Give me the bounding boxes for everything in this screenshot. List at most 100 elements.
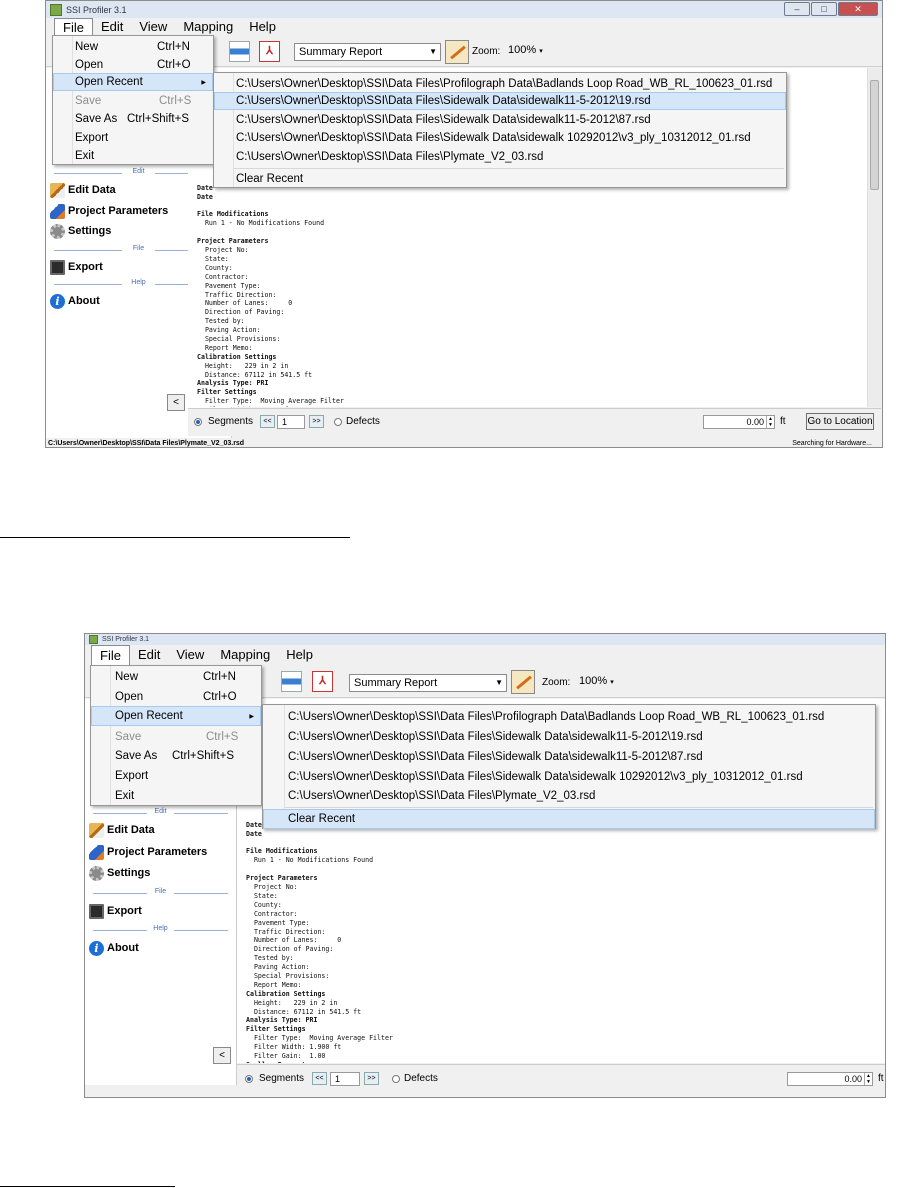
sidebar-item-settings[interactable]: Settings: [50, 222, 111, 240]
menu-item-open-recent[interactable]: Open Recent ▶: [91, 706, 261, 726]
location-input[interactable]: 0.00 ▲ ▼: [703, 415, 775, 429]
clear-recent-item[interactable]: Clear Recent: [263, 809, 875, 829]
ruler-icon[interactable]: [511, 670, 535, 694]
report-scrollbar[interactable]: [867, 68, 881, 407]
report-line: Traffic Direction:: [197, 290, 277, 299]
recent-file-item[interactable]: C:\Users\Owner\Desktop\SSI\Data Files\Pl…: [263, 786, 875, 806]
sidebar-item-about[interactable]: i About: [89, 939, 139, 957]
menu-item-save-as[interactable]: Save As Ctrl+Shift+S: [91, 746, 261, 766]
collapse-sidebar-button[interactable]: <: [213, 1047, 231, 1064]
menu-item-open[interactable]: Open Ctrl+O: [53, 56, 213, 74]
info-icon: i: [89, 940, 104, 956]
menu-help[interactable]: Help: [241, 18, 284, 37]
recent-file-item[interactable]: C:\Users\Owner\Desktop\SSI\Data Files\Pr…: [263, 707, 875, 727]
recent-file-item[interactable]: C:\Users\Owner\Desktop\SSI\Data Files\Si…: [214, 129, 786, 147]
pdf-icon[interactable]: ⅄: [312, 671, 333, 692]
menu-item-shortcut: Ctrl+Shift+S: [127, 113, 189, 125]
menu-view[interactable]: View: [168, 645, 212, 666]
defects-radio[interactable]: [334, 418, 342, 426]
clear-recent-label: Clear Recent: [236, 173, 304, 185]
segment-input[interactable]: 1: [277, 415, 305, 429]
menu-item-save-as[interactable]: Save As Ctrl+Shift+S: [53, 110, 213, 128]
menu-help[interactable]: Help: [278, 645, 321, 666]
sidebar-item-label: Edit Data: [68, 184, 116, 196]
location-value: 0.00: [746, 417, 764, 427]
menu-item-export[interactable]: Export: [91, 766, 261, 786]
segments-radio[interactable]: [194, 418, 202, 426]
spinner-icon[interactable]: ▲ ▼: [864, 1073, 872, 1085]
print-icon[interactable]: [229, 41, 250, 62]
menu-item-label: Save As: [115, 750, 158, 762]
app-icon: [89, 635, 98, 644]
recent-file-item[interactable]: C:\Users\Owner\Desktop\SSI\Data Files\Si…: [263, 727, 875, 747]
menu-item-export[interactable]: Export: [53, 129, 213, 147]
minimize-button[interactable]: –: [784, 2, 810, 16]
sidebar-item-project-parameters[interactable]: Project Parameters: [50, 202, 168, 220]
clear-recent-item[interactable]: Clear Recent: [214, 170, 786, 188]
ruler-icon[interactable]: [445, 40, 469, 64]
segments-label: Segments: [208, 416, 254, 427]
recent-file-item[interactable]: C:\Users\Owner\Desktop\SSI\Data Files\Pl…: [214, 148, 786, 166]
menu-item-exit[interactable]: Exit: [53, 147, 213, 165]
clear-recent-label: Clear Recent: [288, 813, 356, 825]
zoom-value: 100%: [579, 675, 608, 687]
pdf-icon[interactable]: ⅄: [259, 41, 280, 62]
pencil-icon: [50, 182, 65, 198]
menu-item-label: Open: [75, 59, 104, 71]
sidebar-item-edit-data[interactable]: Edit Data: [50, 181, 116, 199]
recent-file-item[interactable]: C:\Users\Owner\Desktop\SSI\Data Files\Pr…: [214, 75, 786, 93]
edit-section-header: Edit: [93, 808, 228, 818]
report-line: [246, 865, 885, 874]
segment-input[interactable]: 1: [330, 1072, 360, 1086]
file-menu: New Ctrl+N Open Ctrl+O Open Recent ▶ Save Ct…: [90, 665, 262, 806]
report-line: Contractor:: [246, 909, 298, 918]
report-line: Pavement Type:: [246, 918, 310, 927]
recent-file-item[interactable]: C:\Users\Owner\Desktop\SSI\Data Files\Si…: [263, 767, 875, 787]
menu-file[interactable]: File: [91, 645, 130, 666]
previous-segment-button[interactable]: <<: [260, 415, 275, 428]
zoom-select[interactable]: 100% ▾: [579, 675, 614, 687]
sidebar-item-export[interactable]: Export: [50, 258, 103, 276]
navigation-bar: Segments << 1 >> Defects 0.00 ▲ ▼ ft Go to…: [188, 408, 881, 436]
close-button[interactable]: ✕: [838, 2, 878, 16]
previous-segment-button[interactable]: <<: [312, 1072, 327, 1085]
sidebar-item-export[interactable]: Export: [89, 902, 142, 920]
scrollbar-thumb[interactable]: [870, 80, 879, 190]
menu-item-open[interactable]: Open Ctrl+O: [91, 687, 261, 707]
report-line: Tested by:: [246, 954, 294, 963]
go-to-location-button[interactable]: Go to Location: [806, 413, 874, 430]
sidebar-item-edit-data[interactable]: Edit Data: [89, 821, 155, 839]
screenshot-clear-recent: SSI Profiler 3.1 File Edit View Mapping …: [84, 633, 886, 1098]
menu-item-open-recent[interactable]: Open Recent ▶: [53, 73, 213, 91]
segments-radio[interactable]: [245, 1075, 253, 1083]
location-input[interactable]: 0.00 ▲ ▼: [787, 1072, 873, 1086]
defects-radio[interactable]: [392, 1075, 400, 1083]
sidebar-item-settings[interactable]: Settings: [89, 864, 150, 882]
menu-item-label: Exit: [115, 790, 135, 802]
sidebar-item-label: Project Parameters: [107, 846, 208, 858]
report-line: [197, 228, 881, 237]
recent-files-menu: C:\Users\Owner\Desktop\SSI\Data Files\Pr…: [213, 72, 787, 188]
sidebar-item-project-parameters[interactable]: Project Parameters: [89, 843, 207, 861]
next-segment-button[interactable]: >>: [309, 415, 324, 428]
menu-item-new[interactable]: New Ctrl+N: [53, 38, 213, 56]
collapse-sidebar-button[interactable]: <: [167, 394, 185, 411]
print-icon[interactable]: [281, 671, 302, 692]
report-type-select[interactable]: Summary Report ▼: [294, 43, 441, 61]
zoom-select[interactable]: 100% ▾: [508, 44, 543, 56]
menu-mapping[interactable]: Mapping: [212, 645, 278, 666]
report-type-select[interactable]: Summary Report ▼: [349, 674, 507, 692]
menu-edit[interactable]: Edit: [130, 645, 168, 666]
report-line: Filter Gain: 1.00: [246, 1051, 326, 1060]
next-segment-button[interactable]: >>: [364, 1072, 379, 1085]
recent-file-item[interactable]: C:\Users\Owner\Desktop\SSI\Data Files\Si…: [214, 111, 786, 129]
report-line: Direction of Paving:: [246, 945, 334, 954]
report-line: Filter Width: 1.900 ft: [197, 406, 881, 407]
menu-item-new[interactable]: New Ctrl+N: [91, 667, 261, 687]
spinner-icon[interactable]: ▲ ▼: [766, 416, 774, 428]
recent-file-item[interactable]: C:\Users\Owner\Desktop\SSI\Data Files\Si…: [214, 92, 786, 110]
sidebar-item-about[interactable]: i About: [50, 292, 100, 310]
menu-item-exit[interactable]: Exit: [91, 786, 261, 806]
recent-file-item[interactable]: C:\Users\Owner\Desktop\SSI\Data Files\Si…: [263, 747, 875, 767]
maximize-button[interactable]: □: [811, 2, 837, 16]
